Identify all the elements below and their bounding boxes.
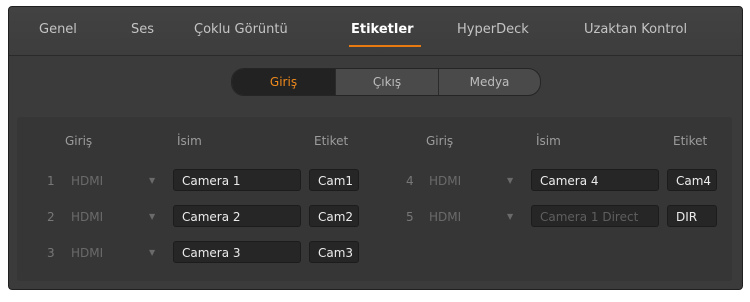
chevron-down-icon[interactable]: ▼	[507, 212, 513, 221]
input-source-dropdown[interactable]: HDMI	[71, 210, 103, 224]
chevron-down-icon[interactable]: ▼	[149, 248, 155, 257]
tab-multiview[interactable]: Çoklu Görüntü	[194, 22, 288, 37]
tab-audio[interactable]: Ses	[131, 22, 154, 37]
row-number: 1	[47, 174, 55, 188]
input-source-dropdown[interactable]: HDMI	[71, 174, 103, 188]
label-field[interactable]: Cam2	[309, 205, 359, 227]
row-number: 4	[406, 174, 414, 188]
input-source-dropdown[interactable]: HDMI	[429, 174, 461, 188]
segmented-control: Giriş Çıkış Medya	[231, 68, 541, 96]
label-field[interactable]: Cam4	[667, 169, 717, 191]
tab-bar: Genel Ses Çoklu Görüntü Etiketler HyperD…	[9, 7, 742, 56]
chevron-down-icon[interactable]: ▼	[149, 176, 155, 185]
header-label-right: Etiket	[673, 134, 708, 148]
label-field[interactable]: Cam3	[309, 241, 359, 263]
active-tab-indicator	[349, 45, 421, 47]
row-number: 3	[47, 246, 55, 260]
labels-table	[17, 117, 732, 281]
tab-hyperdeck[interactable]: HyperDeck	[457, 22, 529, 37]
segment-media[interactable]: Medya	[439, 69, 540, 95]
header-input-right: Giriş	[426, 134, 454, 148]
label-field[interactable]: DIR	[667, 205, 717, 227]
row-number: 5	[406, 210, 414, 224]
label-field[interactable]: Cam1	[309, 169, 359, 191]
chevron-down-icon[interactable]: ▼	[507, 176, 513, 185]
chevron-down-icon[interactable]: ▼	[149, 212, 155, 221]
name-field[interactable]: Camera 4	[531, 169, 659, 191]
header-name-right: İsim	[536, 134, 561, 148]
tab-remote-control[interactable]: Uzaktan Kontrol	[584, 22, 687, 37]
row-number: 2	[47, 210, 55, 224]
header-label-left: Etiket	[314, 134, 349, 148]
tab-general[interactable]: Genel	[39, 22, 77, 37]
tab-labels[interactable]: Etiketler	[351, 22, 414, 37]
settings-panel: Genel Ses Çoklu Görüntü Etiketler HyperD…	[8, 6, 743, 290]
input-source-dropdown[interactable]: HDMI	[71, 246, 103, 260]
name-field[interactable]: Camera 1	[173, 169, 301, 191]
segment-output[interactable]: Çıkış	[336, 69, 438, 95]
name-field[interactable]: Camera 2	[173, 205, 301, 227]
header-name-left: İsim	[177, 134, 202, 148]
segment-input[interactable]: Giriş	[232, 69, 335, 95]
name-field[interactable]: Camera 3	[173, 241, 301, 263]
name-field[interactable]: Camera 1 Direct	[531, 205, 659, 227]
input-source-dropdown[interactable]: HDMI	[429, 210, 461, 224]
header-input-left: Giriş	[65, 134, 93, 148]
